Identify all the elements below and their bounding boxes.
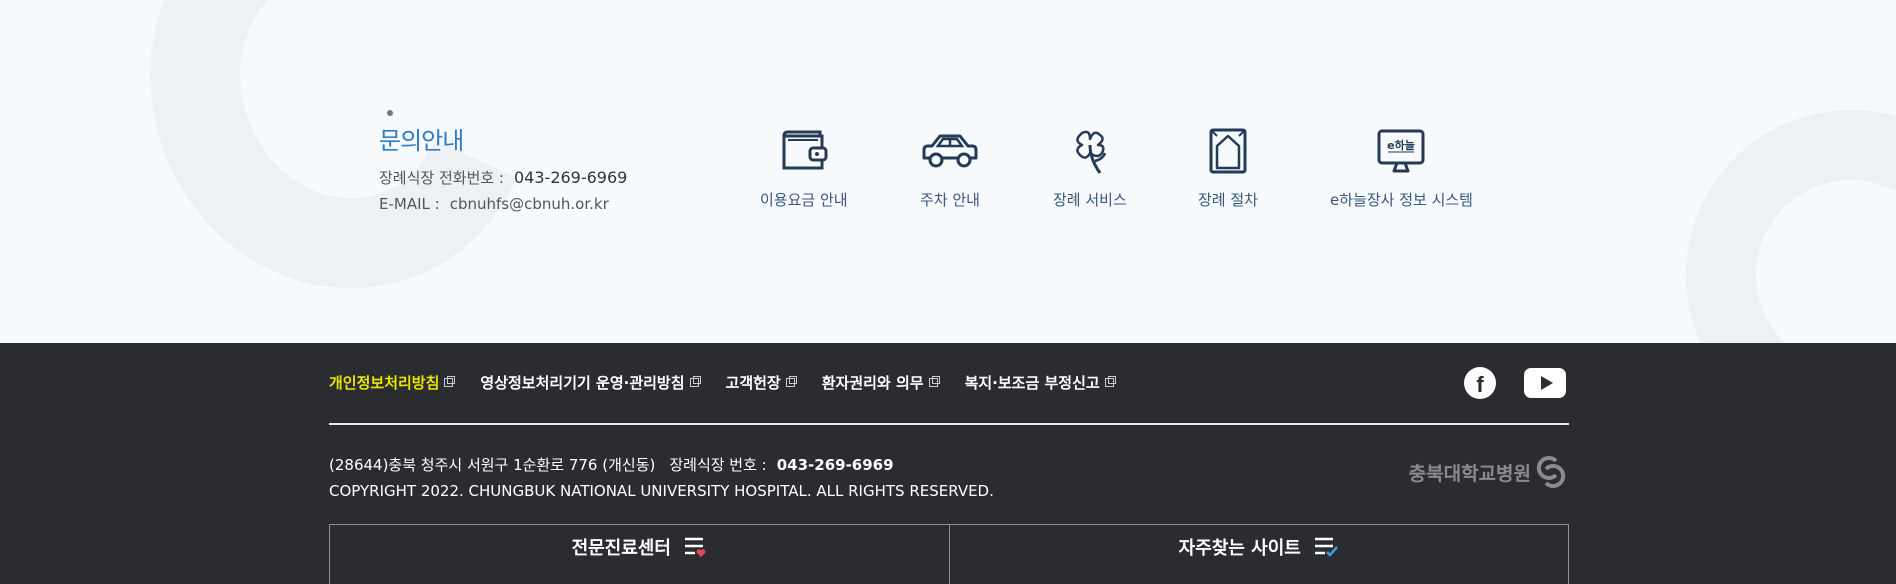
logo-mark-icon xyxy=(1536,456,1566,488)
quick-link-ehaneul[interactable]: e하늘 e하늘장사 정보 시스템 xyxy=(1330,127,1473,210)
footer-link-report[interactable]: 복지·보조금 부정신고 xyxy=(964,372,1116,393)
quick-link-label: 이용요금 안내 xyxy=(760,191,848,209)
email-value[interactable]: cbnuhfs@cbnuh.or.kr xyxy=(450,195,609,213)
footer-address: (28644)충북 청주시 서원구 1순환로 776 (개신동) 장례식장 번호 … xyxy=(329,452,894,478)
email-label: E-MAIL : xyxy=(379,195,440,213)
footer-link-label: 개인정보처리방침 xyxy=(329,374,440,392)
facebook-icon[interactable]: f xyxy=(1464,367,1496,399)
monitor-icon: e하늘 xyxy=(1377,129,1425,173)
address-text: (28644)충북 청주시 서원구 1순환로 776 (개신동) xyxy=(329,456,656,474)
social-links: f xyxy=(1464,367,1566,399)
external-link-icon xyxy=(1104,376,1116,387)
external-link-icon xyxy=(444,376,456,387)
svg-text:e하늘: e하늘 xyxy=(1388,138,1416,152)
footer-links: 개인정보처리방침 영상정보처리기기 운영·관리방침 고객헌장 환자권리와 의무 … xyxy=(329,372,1141,393)
quick-link-label: 장례 서비스 xyxy=(1053,191,1127,209)
quick-link-fees[interactable]: 이용요금 안내 xyxy=(760,127,848,210)
tel-value: 043-269-6969 xyxy=(776,456,894,474)
quick-link-label: 장례 절차 xyxy=(1198,191,1258,209)
contact-section: 문의안내 장례식장 전화번호 : 043-269-6969 E-MAIL : cbn… xyxy=(0,0,1896,343)
footer-divider xyxy=(329,423,1569,425)
car-icon xyxy=(922,134,978,168)
contact-info: 문의안내 장례식장 전화번호 : 043-269-6969 E-MAIL : cbn… xyxy=(379,121,627,217)
site-footer: 개인정보처리방침 영상정보처리기기 운영·관리방침 고객헌장 환자권리와 의무 … xyxy=(0,343,1896,584)
box-label: 전문진료센터 xyxy=(571,537,671,559)
background-decoration xyxy=(1686,110,1896,343)
box-label: 자주찾는 사이트 xyxy=(1178,537,1301,559)
external-link-icon xyxy=(785,376,797,387)
bullet-dot xyxy=(387,110,393,116)
flower-icon xyxy=(1076,130,1107,174)
footer-link-privacy[interactable]: 개인정보처리방침 xyxy=(329,372,456,393)
quick-link-procedure[interactable]: 장례 절차 xyxy=(1198,127,1258,210)
footer-boxes: 전문진료센터 자주찾는 사이트 xyxy=(329,524,1569,584)
email-row: E-MAIL : cbnuhfs@cbnuh.or.kr xyxy=(379,191,627,217)
phone-row: 장례식장 전화번호 : 043-269-6969 xyxy=(379,165,627,191)
phone-label: 장례식장 전화번호 : xyxy=(379,169,504,187)
quick-link-parking[interactable]: 주차 안내 xyxy=(920,127,980,210)
frequent-sites-toggle[interactable]: 자주찾는 사이트 xyxy=(948,525,1569,584)
tel-label: 장례식장 번호 : xyxy=(669,456,767,474)
menu-check-icon xyxy=(1314,537,1338,557)
quick-link-service[interactable]: 장례 서비스 xyxy=(1053,127,1127,210)
footer-link-patient-rights[interactable]: 환자권리와 의무 xyxy=(821,372,940,393)
footer-link-label: 영상정보처리기기 운영·관리방침 xyxy=(480,374,685,392)
menu-heart-icon xyxy=(684,537,706,557)
logo-text: 충북대학교병원 xyxy=(1408,462,1531,485)
external-link-icon xyxy=(689,376,701,387)
wallet-icon xyxy=(782,130,828,170)
footer-link-label: 환자권리와 의무 xyxy=(821,374,924,392)
footer-link-cctv[interactable]: 영상정보처리기기 운영·관리방침 xyxy=(480,372,701,393)
contact-title: 문의안내 xyxy=(379,127,464,155)
youtube-icon[interactable] xyxy=(1524,368,1566,398)
quick-link-label: e하늘장사 정보 시스템 xyxy=(1330,191,1473,209)
quick-link-label: 주차 안내 xyxy=(920,191,980,209)
phone-value: 043-269-6969 xyxy=(514,168,628,187)
hospital-logo: 충북대학교병원 xyxy=(1409,455,1568,489)
footer-link-label: 복지·보조금 부정신고 xyxy=(964,374,1100,392)
external-link-icon xyxy=(928,376,940,387)
copyright: COPYRIGHT 2022. CHUNGBUK NATIONAL UNIVER… xyxy=(329,482,994,500)
footer-link-charter[interactable]: 고객헌장 xyxy=(725,372,797,393)
footer-link-label: 고객헌장 xyxy=(725,374,781,392)
frame-icon xyxy=(1209,128,1247,174)
specialty-center-toggle[interactable]: 전문진료센터 xyxy=(330,525,949,584)
